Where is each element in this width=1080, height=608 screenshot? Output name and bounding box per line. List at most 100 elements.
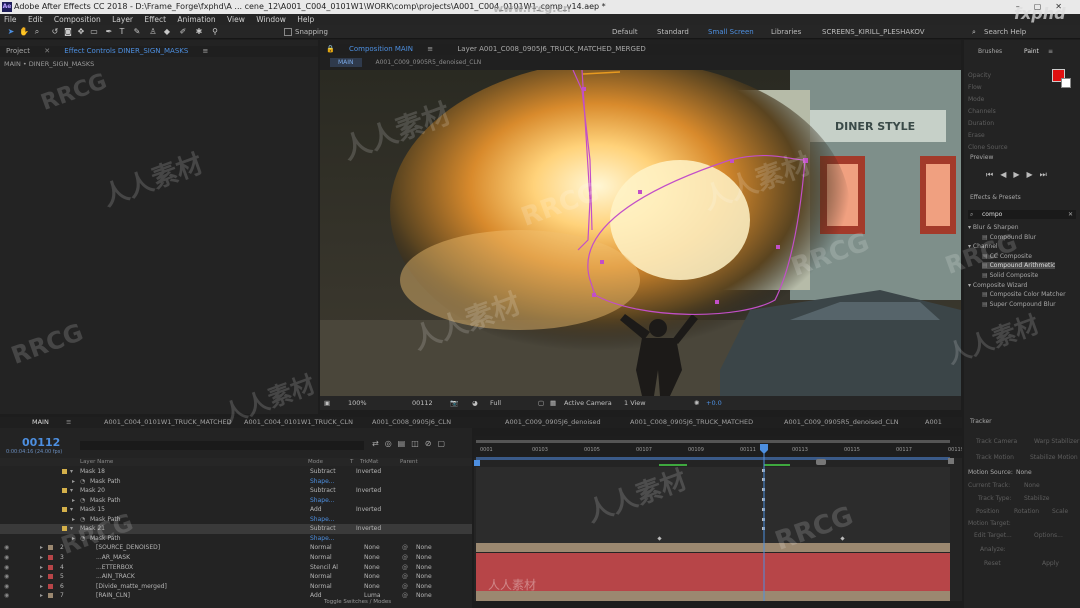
menu-help[interactable]: Help	[297, 15, 314, 24]
subtab-main[interactable]: MAIN	[330, 58, 362, 67]
chevron-right-icon[interactable]: ▸	[72, 496, 75, 505]
eye-icon[interactable]: ◉	[4, 582, 9, 591]
tab-timeline-7[interactable]: A001	[925, 417, 942, 428]
tab-timeline-1[interactable]: A001_C004_0101W1_TRUCK_MATCHED	[104, 417, 232, 428]
mode-dropdown[interactable]: Shape...	[310, 477, 335, 486]
menu-view[interactable]: View	[227, 15, 245, 24]
chevron-right-icon[interactable]: ▸	[72, 477, 75, 486]
chevron-right-icon[interactable]: ▸	[40, 543, 43, 552]
mode-dropdown[interactable]: Normal	[310, 582, 332, 591]
trkmat-dropdown[interactable]: None	[364, 582, 380, 591]
label-color-swatch[interactable]	[48, 583, 53, 589]
layer-name[interactable]: [SOURCE_DENOISED]	[96, 543, 160, 552]
clear-search-icon[interactable]: ✕	[1068, 211, 1073, 218]
motion-source-dropdown[interactable]: None	[1016, 469, 1032, 476]
viewer-timecode[interactable]: 00112	[412, 396, 433, 410]
column-mode[interactable]: Mode	[308, 458, 323, 466]
parent-dropdown[interactable]: None	[416, 591, 432, 600]
stopwatch-icon[interactable]: ◔	[80, 515, 85, 524]
trkmat-dropdown[interactable]: None	[364, 553, 380, 562]
column-trkmat[interactable]: TrkMat	[360, 458, 378, 466]
stopwatch-icon[interactable]: ◔	[80, 477, 85, 486]
search-icon[interactable]: ⌕	[972, 25, 976, 39]
layer-name[interactable]: ...AR_MASK	[96, 553, 130, 562]
scale-checkbox[interactable]: Scale	[1052, 508, 1068, 515]
label-color-swatch[interactable]	[48, 593, 53, 599]
stabilize-motion-button[interactable]: Stabilize Motion	[1030, 454, 1078, 461]
rotate-tool-icon[interactable]: ↺	[50, 27, 60, 37]
eye-icon[interactable]: ◉	[4, 563, 9, 572]
property-row[interactable]: ▸ ◔ Mask Path Shape...	[0, 477, 472, 486]
rotation-checkbox[interactable]: Rotation	[1014, 508, 1039, 515]
roto-brush-tool-icon[interactable]: ✐	[178, 27, 188, 37]
lock-icon[interactable]: 🔒	[320, 44, 341, 55]
composition-viewer[interactable]: DINER STYLE	[320, 70, 961, 396]
mode-dropdown[interactable]: Shape...	[310, 534, 335, 543]
search-help-field[interactable]: Search Help	[984, 25, 1026, 39]
tab-composition-main[interactable]: Composition MAIN	[343, 44, 419, 55]
label-color-swatch[interactable]	[48, 554, 53, 560]
menu-animation[interactable]: Animation	[177, 15, 215, 24]
tab-timeline-main[interactable]: MAIN	[32, 417, 49, 428]
effect-item[interactable]: ▤ CC Composite	[982, 253, 1032, 260]
mask-color-swatch[interactable]	[62, 507, 67, 513]
mode-dropdown[interactable]: Subtract	[310, 524, 336, 533]
chevron-right-icon[interactable]: ▸	[40, 572, 43, 581]
clone-stamp-tool-icon[interactable]: ♙	[148, 27, 158, 37]
effect-group[interactable]: ▾ Blur & Sharpen	[968, 224, 1019, 231]
eraser-tool-icon[interactable]: ◆	[162, 27, 172, 37]
warp-stabilizer-button[interactable]: Warp Stabilizer	[1034, 438, 1079, 445]
layer-row[interactable]: ◉ ▸ 4 ...ETTERBOX Stencil Al None @ None	[0, 563, 472, 572]
chevron-right-icon[interactable]: ▸	[72, 534, 75, 543]
hand-tool-icon[interactable]: ✋	[19, 27, 29, 37]
tab-timeline-5[interactable]: A001_C008_0905J6_TRUCK_MATCHED	[630, 417, 753, 428]
close-icon[interactable]: ✕	[38, 46, 56, 57]
layer-name[interactable]: Mask 21	[80, 524, 105, 533]
region-of-interest-icon[interactable]: ▢	[538, 396, 544, 410]
parent-dropdown[interactable]: None	[416, 582, 432, 591]
options-button[interactable]: Options...	[1034, 532, 1063, 539]
layer-row[interactable]: ◉ ▸ 3 ...AR_MASK Normal None @ None	[0, 553, 472, 562]
layer-name[interactable]: Mask Path	[90, 515, 121, 524]
stopwatch-icon[interactable]: ◔	[80, 534, 85, 543]
layer-row[interactable]: ◉ ▸ 5 ...AIN_TRACK Normal None @ None	[0, 572, 472, 581]
track-type-dropdown[interactable]: Stabilize	[1024, 495, 1050, 502]
layer-name[interactable]: Mask 15	[80, 505, 105, 514]
layer-bar-source[interactable]	[476, 543, 950, 552]
current-timecode[interactable]: 00112	[22, 436, 60, 449]
workspace-libraries[interactable]: Libraries	[771, 25, 801, 39]
position-checkbox[interactable]: Position	[976, 508, 999, 515]
effect-item[interactable]: ▤ Super Compound Blur	[982, 301, 1056, 308]
mode-dropdown[interactable]: Normal	[310, 553, 332, 562]
eye-icon[interactable]: ◉	[4, 572, 9, 581]
chevron-right-icon[interactable]: ▸	[40, 553, 43, 562]
layer-name[interactable]: [RAIN_CLN]	[96, 591, 130, 600]
layer-name[interactable]: [Divide_matte_merged]	[96, 582, 167, 591]
snapshot-icon[interactable]: 📷	[450, 396, 458, 410]
camera-tool-icon[interactable]: ◙	[63, 27, 73, 37]
effect-item[interactable]: ▤ Compound Blur	[982, 234, 1036, 241]
chevron-down-icon[interactable]: ▾	[70, 467, 73, 476]
mode-dropdown[interactable]: Subtract	[310, 467, 336, 476]
tab-paint[interactable]: Paint	[1024, 48, 1039, 55]
brush-tool-icon[interactable]: ✎	[132, 27, 142, 37]
tab-timeline-6[interactable]: A001_C009_0905R5_denoised_CLN	[784, 417, 899, 428]
label-color-swatch[interactable]	[48, 574, 53, 580]
workspace-custom[interactable]: SCREENS_KIRILL_PLESHAKOV	[822, 25, 925, 39]
exposure-icon[interactable]: ✺	[694, 396, 699, 410]
layer-name[interactable]: Mask Path	[90, 496, 121, 505]
trkmat-dropdown[interactable]: None	[364, 543, 380, 552]
panel-menu-icon[interactable]: ≡	[1048, 48, 1053, 55]
layer-name[interactable]: ...AIN_TRACK	[96, 572, 135, 581]
timeline-search-input[interactable]	[80, 441, 364, 450]
mask-color-swatch[interactable]	[62, 526, 67, 532]
chevron-down-icon[interactable]: ▾	[70, 486, 73, 495]
pick-whip-icon[interactable]: @	[402, 582, 408, 591]
transparency-grid-icon[interactable]: ▦	[550, 396, 556, 410]
layer-row[interactable]: ◉ ▸ 6 [Divide_matte_merged] Normal None @ None	[0, 582, 472, 591]
layer-name[interactable]: Mask 20	[80, 486, 105, 495]
parent-dropdown[interactable]: None	[416, 563, 432, 572]
layer-name[interactable]: Mask Path	[90, 477, 121, 486]
resolution-dropdown[interactable]: Full	[490, 396, 501, 410]
background-color-swatch[interactable]	[1061, 78, 1071, 88]
